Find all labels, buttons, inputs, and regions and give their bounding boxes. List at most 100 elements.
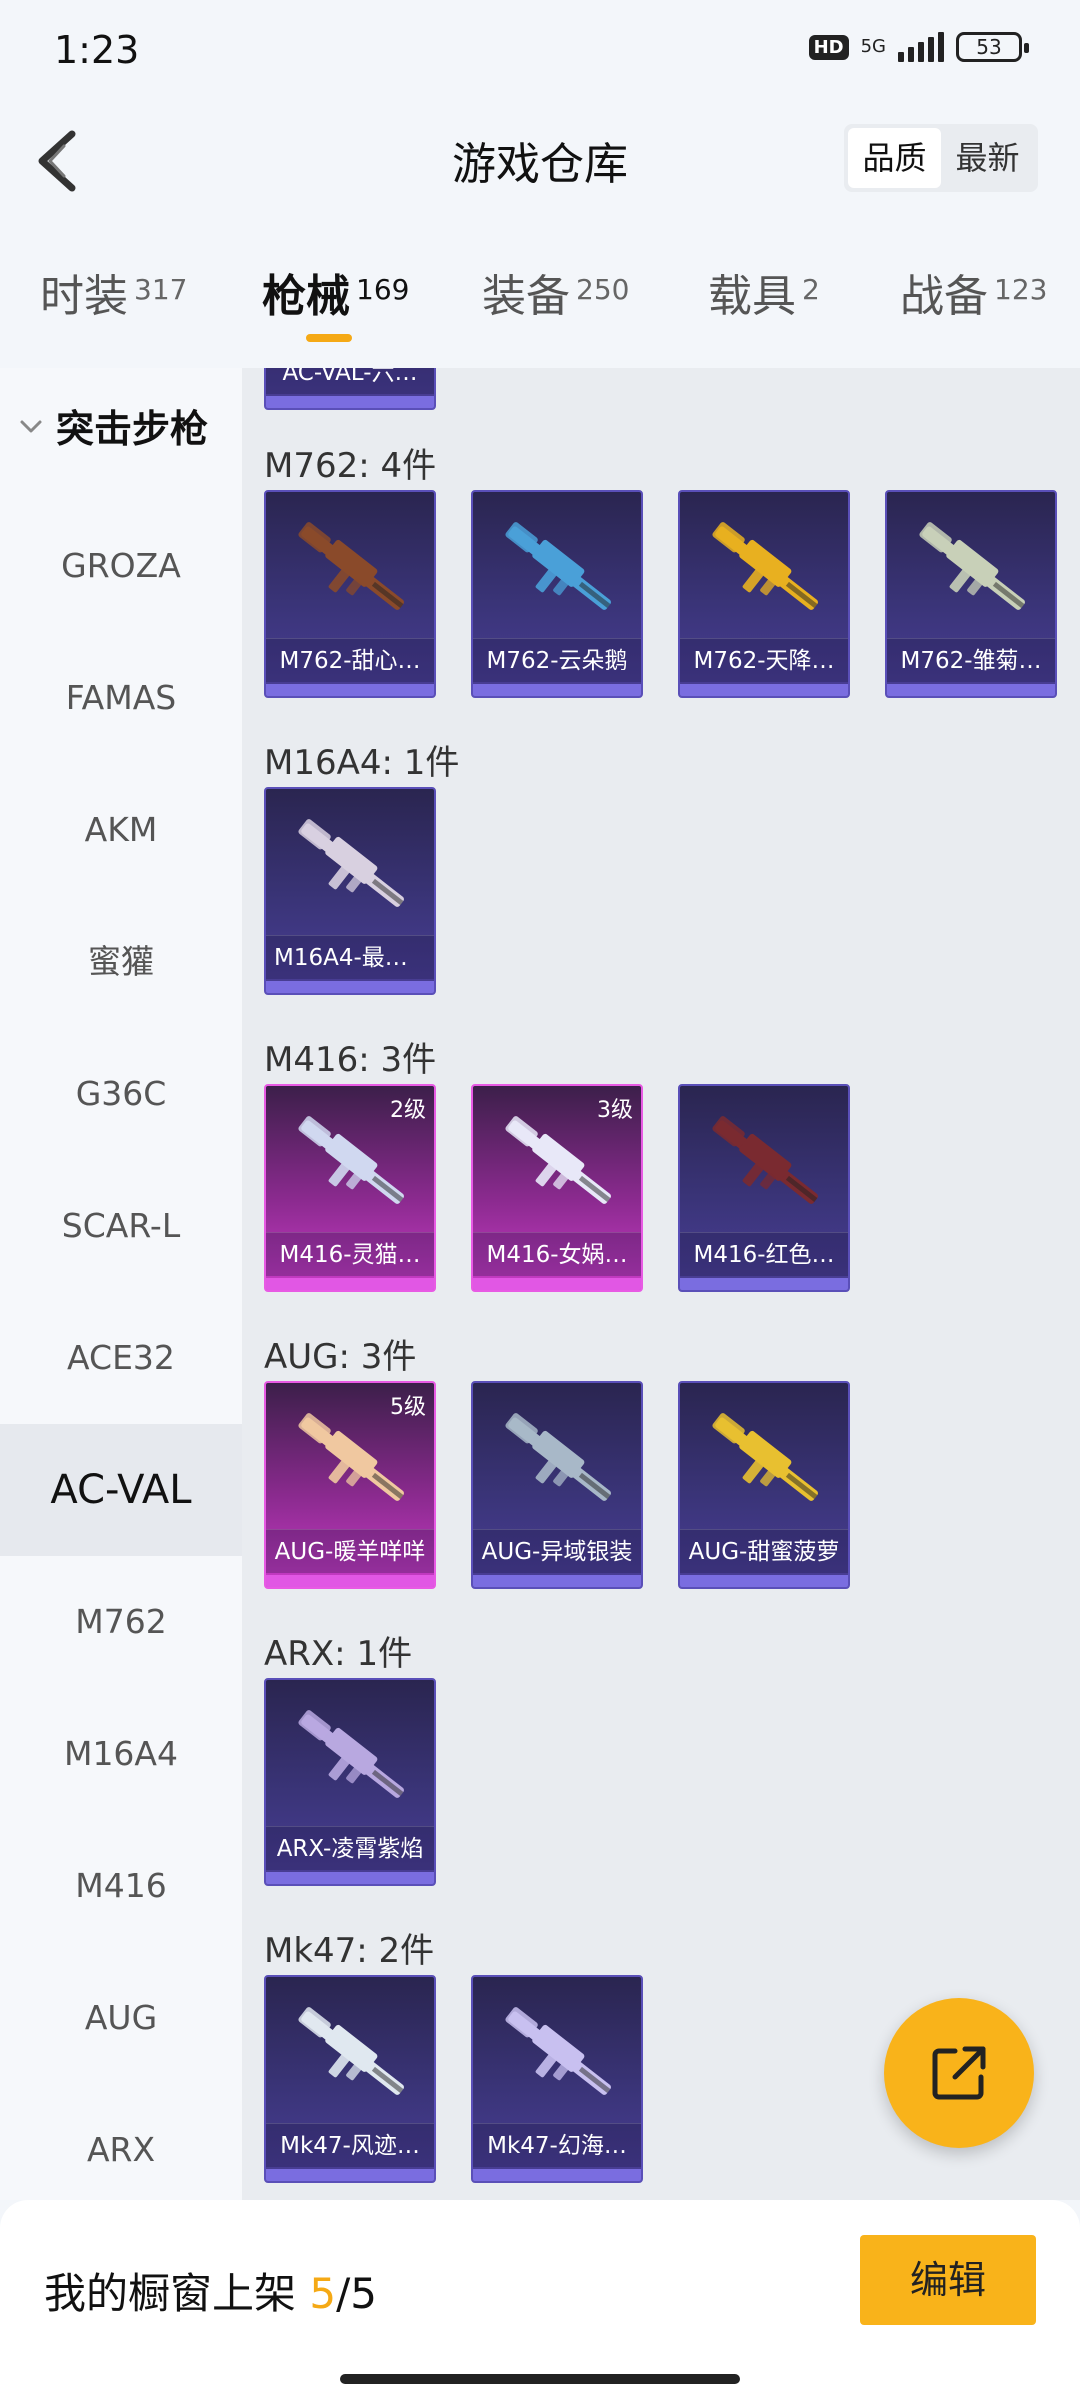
weapon-group-title: M762: 4件 bbox=[264, 446, 437, 486]
chevron-down-icon bbox=[20, 420, 42, 432]
weapon-card[interactable]: M762-天降… bbox=[678, 490, 850, 698]
tab-count: 169 bbox=[356, 273, 410, 306]
active-tab-indicator bbox=[306, 334, 352, 342]
home-indicator[interactable] bbox=[340, 2374, 740, 2384]
weapon-group-title: M416: 3件 bbox=[264, 1040, 437, 1080]
sidebar-item-m416[interactable]: M416 bbox=[0, 1820, 242, 1952]
tab-battle-gear[interactable]: 战备 123 bbox=[900, 260, 1047, 324]
card-rarity-strip bbox=[680, 1278, 848, 1290]
weapon-sidebar: 突击步枪 GROZA FAMAS AKM 蜜獾 G36C SCAR-L ACE3… bbox=[0, 368, 242, 2200]
weapon-group-title: ARX: 1件 bbox=[264, 1634, 413, 1674]
sidebar-item-aug[interactable]: AUG bbox=[0, 1952, 242, 2084]
weapon-card[interactable]: AUG-异域银装 bbox=[471, 1381, 643, 1589]
weapon-card[interactable]: AUG-甜蜜菠萝 bbox=[678, 1381, 850, 1589]
weapon-group-title: AUG: 3件 bbox=[264, 1337, 417, 1377]
tab-equipment[interactable]: 装备 250 bbox=[482, 260, 629, 324]
tab-label: 战备 bbox=[900, 271, 988, 322]
weapon-grid: AC-VAL-六… M762: 4件 M762-甜心… M762-云朵鹅 M762-天… bbox=[242, 368, 1080, 2200]
sidebar-item-groza[interactable]: GROZA bbox=[0, 500, 242, 632]
sidebar-item-famas[interactable]: FAMAS bbox=[0, 632, 242, 764]
showcase-total: /5 bbox=[336, 2269, 377, 2318]
app-screen: 1:23 HD 5G 53 游戏仓库 品质 最新 时装 317 枪械 169 装… bbox=[0, 0, 1080, 2400]
weapon-card-label: M416-女娲… bbox=[473, 1232, 641, 1276]
sidebar-item-g36c[interactable]: G36C bbox=[0, 1028, 242, 1160]
showcase-label: 我的橱窗上架 bbox=[44, 2269, 310, 2318]
weapon-card[interactable]: 5级 AUG-暖羊咩咩 bbox=[264, 1381, 436, 1589]
tab-firearms[interactable]: 枪械 169 bbox=[262, 260, 409, 324]
upgrade-level-badge: 3级 bbox=[597, 1098, 633, 1123]
edit-button[interactable]: 编辑 bbox=[860, 2235, 1036, 2325]
weapon-card[interactable]: AC-VAL-六… bbox=[264, 368, 436, 410]
sidebar-category-label: 突击步枪 bbox=[56, 407, 209, 451]
sidebar-category-assault-rifle[interactable]: 突击步枪 bbox=[18, 398, 208, 453]
showcase-count: 5 bbox=[309, 2269, 337, 2318]
weapon-card-label: Mk47-幻海… bbox=[473, 2123, 641, 2167]
weapon-group-title: Mk47: 2件 bbox=[264, 1931, 435, 1971]
card-rarity-strip bbox=[680, 684, 848, 696]
weapon-card[interactable]: ARX-凌霄紫焰 bbox=[264, 1678, 436, 1886]
upgrade-level-badge: 5级 bbox=[390, 1395, 426, 1420]
rifle-icon bbox=[919, 522, 1025, 610]
sort-newest-button[interactable]: 最新 bbox=[941, 128, 1034, 188]
status-time: 1:23 bbox=[54, 28, 140, 72]
weapon-card-label: ARX-凌霄紫焰 bbox=[266, 1826, 434, 1870]
sidebar-item-arx[interactable]: ARX bbox=[0, 2084, 242, 2216]
tab-count: 2 bbox=[802, 273, 820, 306]
bottom-bar: 我的橱窗上架 5/5 编辑 bbox=[0, 2200, 1080, 2400]
rifle-icon bbox=[712, 1413, 818, 1501]
category-tabs: 时装 317 枪械 169 装备 250 载具 2 战备 123 bbox=[0, 250, 1080, 360]
status-bar: 1:23 HD 5G 53 bbox=[0, 0, 1080, 100]
card-rarity-strip bbox=[266, 1575, 434, 1587]
card-rarity-strip bbox=[887, 684, 1055, 696]
sidebar-item-scar-l[interactable]: SCAR-L bbox=[0, 1160, 242, 1292]
weapon-card[interactable]: M416-红色… bbox=[678, 1084, 850, 1292]
status-icons: HD 5G 53 bbox=[808, 32, 1029, 62]
sidebar-item-akm[interactable]: AKM bbox=[0, 764, 242, 896]
weapon-card[interactable]: 3级 M416-女娲… bbox=[471, 1084, 643, 1292]
card-rarity-strip bbox=[266, 981, 434, 993]
rifle-icon bbox=[505, 1413, 611, 1501]
tab-label: 装备 bbox=[482, 271, 570, 322]
tab-fashion[interactable]: 时装 317 bbox=[40, 260, 187, 324]
sidebar-item-honey-badger[interactable]: 蜜獾 bbox=[0, 896, 242, 1028]
weapon-card[interactable]: M762-云朵鹅 bbox=[471, 490, 643, 698]
weapon-card-label: M762-云朵鹅 bbox=[473, 638, 641, 682]
card-rarity-strip bbox=[266, 1872, 434, 1884]
weapon-card[interactable]: Mk47-幻海… bbox=[471, 1975, 643, 2183]
weapon-card[interactable]: M16A4-最终… bbox=[264, 787, 436, 995]
rifle-icon bbox=[298, 1710, 404, 1798]
sidebar-item-ace32[interactable]: ACE32 bbox=[0, 1292, 242, 1424]
weapon-card[interactable]: Mk47-风迹… bbox=[264, 1975, 436, 2183]
card-rarity-strip bbox=[266, 396, 434, 408]
weapon-card-label: M416-红色… bbox=[680, 1232, 848, 1276]
rifle-icon bbox=[712, 522, 818, 610]
tab-count: 250 bbox=[576, 273, 630, 306]
tab-vehicles[interactable]: 载具 2 bbox=[708, 260, 820, 324]
weapon-card-label: AUG-甜蜜菠萝 bbox=[680, 1529, 848, 1573]
showcase-status: 我的橱窗上架 5/5 bbox=[44, 2260, 377, 2321]
card-rarity-strip bbox=[473, 684, 641, 696]
battery-icon: 53 bbox=[956, 32, 1029, 62]
weapon-card[interactable]: M762-雏菊… bbox=[885, 490, 1057, 698]
sidebar-item-m762[interactable]: M762 bbox=[0, 1556, 242, 1688]
weapon-card-label: M762-天降… bbox=[680, 638, 848, 682]
tab-label: 载具 bbox=[708, 271, 796, 322]
weapon-group-title: M16A4: 1件 bbox=[264, 743, 460, 783]
hd-badge-icon: HD bbox=[808, 34, 849, 60]
sort-toggle: 品质 最新 bbox=[844, 124, 1038, 192]
rifle-icon bbox=[505, 522, 611, 610]
rifle-icon bbox=[298, 522, 404, 610]
share-button[interactable] bbox=[884, 1998, 1034, 2148]
weapon-card-label: AUG-异域银装 bbox=[473, 1529, 641, 1573]
network-type: 5G bbox=[860, 36, 886, 57]
weapon-card-label: M762-雏菊… bbox=[887, 638, 1055, 682]
signal-icon bbox=[898, 32, 944, 62]
weapon-card[interactable]: 2级 M416-灵猫… bbox=[264, 1084, 436, 1292]
sidebar-item-m16a4[interactable]: M16A4 bbox=[0, 1688, 242, 1820]
weapon-card[interactable]: M762-甜心… bbox=[264, 490, 436, 698]
rifle-icon bbox=[712, 1116, 818, 1204]
sort-quality-button[interactable]: 品质 bbox=[848, 128, 941, 188]
card-rarity-strip bbox=[266, 684, 434, 696]
share-icon bbox=[932, 2046, 986, 2100]
sidebar-item-ac-val[interactable]: AC-VAL bbox=[0, 1424, 242, 1556]
